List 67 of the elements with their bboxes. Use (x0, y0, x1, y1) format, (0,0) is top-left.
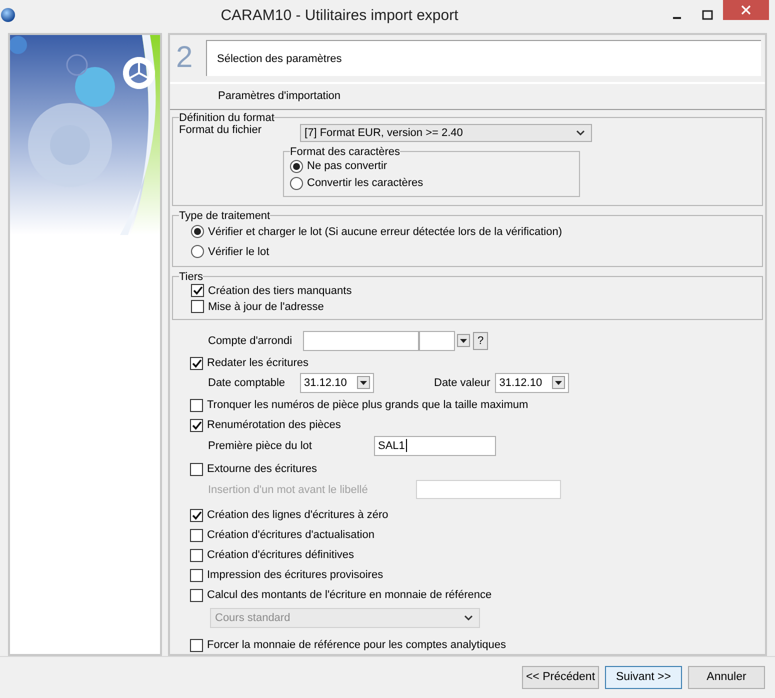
radio-label: Convertir les caractères (307, 177, 424, 190)
dropdown-button[interactable] (457, 334, 470, 348)
checkbox-label: Création des tiers manquants (208, 284, 352, 297)
checkbox-label: Création d'écritures définitives (207, 549, 354, 562)
wizard-button[interactable]: << Précédent (522, 666, 599, 689)
step-title: Sélection des paramètres (206, 40, 761, 76)
text-field[interactable]: SAL1 (374, 436, 496, 456)
help-button[interactable]: ? (473, 332, 488, 350)
wizard-button[interactable]: Suivant >> (605, 666, 682, 689)
checkbox[interactable] (190, 568, 203, 582)
checkbox-label: Impression des écritures provisoires (207, 569, 384, 582)
group-title: Type de traitement (179, 210, 270, 222)
wizard-button[interactable]: Annuler (688, 666, 765, 689)
checkbox-label: Calcul des montants de l'écriture en monnaie de référence (207, 589, 492, 602)
checkbox[interactable] (190, 398, 203, 412)
checkbox[interactable] (191, 300, 204, 314)
radio-button[interactable] (191, 225, 204, 238)
radio-button[interactable] (191, 245, 204, 258)
checkbox[interactable] (190, 528, 203, 542)
checkbox-label: Redater les écritures (207, 357, 308, 370)
chevron-down-icon (464, 614, 473, 621)
checkbox[interactable] (190, 638, 203, 652)
triangle-down-icon (555, 380, 562, 385)
section-header: Paramètres d'importation (170, 82, 765, 110)
triangle-down-icon (460, 338, 467, 343)
checkbox-label: Tronquer les numéros de pièce plus grands que la taille maximum (207, 399, 528, 412)
checkbox-label: Extourne des écritures (207, 463, 318, 476)
group-title: Définition du format (179, 112, 274, 124)
account-suffix-field[interactable] (419, 330, 455, 351)
field-label: Format du fichier (179, 124, 262, 136)
file-format-dropdown[interactable]: [7] Format EUR, version >= 2.40 (300, 124, 592, 142)
triangle-down-icon (360, 380, 367, 385)
field-label: Date valeur (434, 376, 490, 389)
radio-button[interactable] (290, 160, 303, 173)
checkbox[interactable] (190, 418, 203, 432)
close-button[interactable] (723, 0, 769, 20)
close-icon (741, 5, 751, 15)
date-field[interactable]: 31.12.10 (495, 372, 570, 393)
checkbox-label: Création d'écritures d'actualisation (207, 529, 374, 542)
field-label: Date comptable (208, 376, 286, 389)
step-number: 2 (176, 41, 194, 76)
checkbox[interactable] (190, 508, 203, 522)
radio-label: Vérifier le lot (208, 246, 270, 258)
window-title: CARAM10 - Utilitaires import export (220, 6, 460, 24)
checkbox[interactable] (190, 588, 203, 602)
field-label: Première pièce du lot (208, 440, 313, 452)
maximize-icon[interactable] (702, 10, 712, 20)
radio-label: Vérifier et charger le lot (Si aucune erreur détectée lors de la vérification) (208, 226, 562, 238)
group-title: Format des caractères (290, 146, 400, 158)
text-field[interactable] (416, 480, 561, 500)
field-label: Compte d'arrondi (208, 334, 294, 347)
date-field[interactable]: 31.12.10 (300, 372, 374, 393)
radio-label: Ne pas convertir (307, 160, 388, 172)
checkbox-label: Forcer la monnaie de référence pour les comptes analytiques (207, 639, 506, 652)
radio-button[interactable] (290, 176, 303, 190)
group-title: Tiers (179, 270, 204, 283)
app-icon (0, 7, 16, 24)
chevron-down-icon (576, 130, 585, 136)
account-field[interactable] (303, 330, 419, 351)
checkbox[interactable] (191, 284, 204, 298)
checkbox[interactable] (190, 356, 203, 370)
checkbox-label: Renumérotation des pièces (207, 419, 341, 432)
checkbox-label: Création des lignes d'écritures à zéro (207, 509, 388, 522)
field-label: Insertion d'un mot avant le libellé (208, 484, 369, 496)
checkbox-label: Mise à jour de l'adresse (208, 300, 324, 313)
checkbox[interactable] (190, 548, 203, 562)
checkbox[interactable] (190, 462, 203, 476)
